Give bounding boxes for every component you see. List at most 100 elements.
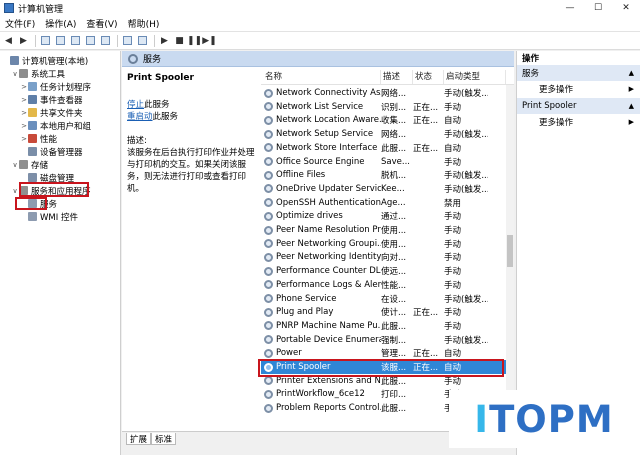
service-row[interactable]: Offline Files 脱机... 手动(触发... [261, 168, 506, 182]
service-startup-type: 手动 [444, 157, 462, 168]
service-row[interactable]: Optimize drives 通过... 手动 [261, 209, 506, 223]
pause-service-icon[interactable]: ❚❚ [187, 34, 202, 47]
expand-toggle-icon[interactable]: ∨ [11, 187, 19, 195]
gear-icon [264, 294, 273, 303]
service-row[interactable]: PNRP Machine Name Pu... 此服... 手动 [261, 319, 506, 333]
service-name: Peer Networking Identity... [276, 252, 381, 263]
restart-service-link[interactable]: 重启动 [127, 112, 153, 122]
service-row[interactable]: Plug and Play 使计... 正在... 手动 [261, 305, 506, 319]
expand-toggle-icon[interactable]: ∨ [11, 70, 19, 78]
gear-icon [264, 184, 273, 194]
menu-file[interactable]: 文件(F) [0, 17, 40, 30]
stop-service-icon[interactable]: ■ [173, 34, 186, 47]
service-description-pane: Print Spooler 停止此服务 重启动此服务 描述: 该服务在后台执行打… [122, 67, 261, 427]
tree-node[interactable]: > 共享文件夹 [20, 106, 83, 119]
refresh-icon[interactable] [84, 34, 97, 47]
performance-icon [28, 134, 37, 143]
tree-node[interactable]: > 性能 [20, 132, 57, 145]
tree-node[interactable]: ∨ 系统工具 [11, 67, 65, 80]
service-startup-type: 手动 [444, 280, 462, 291]
tree-node[interactable]: 设备管理器 [20, 145, 83, 158]
service-description: 使远... [381, 267, 407, 278]
service-startup-type: 自动 [444, 116, 462, 127]
help-icon[interactable] [121, 34, 134, 47]
expand-toggle-icon[interactable]: ∨ [11, 161, 19, 169]
properties-icon[interactable] [69, 34, 82, 47]
service-name-cell: Printer Extensions and N... [261, 376, 381, 386]
service-row[interactable]: Peer Networking Groupi... 使用... 手动 [261, 237, 506, 251]
service-row[interactable]: Network Setup Service 网络... 手动(触发... [261, 127, 506, 141]
vertical-scrollbar[interactable] [506, 85, 514, 439]
service-row[interactable]: Performance Logs & Aler... 性能... 手动 [261, 278, 506, 292]
restart-service-icon[interactable]: ▶❚ [202, 34, 216, 47]
scrollbar-thumb[interactable] [507, 235, 513, 267]
back-icon[interactable]: ◀ [2, 34, 15, 47]
gear-icon [264, 143, 273, 153]
tree-node[interactable]: > 本地用户和组 [20, 119, 91, 132]
export-list-icon[interactable] [99, 34, 112, 47]
service-status: 正在... [413, 143, 439, 154]
tree-node-label: 性能 [40, 134, 58, 145]
maximize-icon[interactable]: ☐ [584, 0, 612, 16]
actions-section-services[interactable]: 服务 ▲ [517, 65, 640, 81]
gear-icon [264, 198, 273, 208]
service-name-cell: Problem Reports Control... [261, 403, 381, 413]
expand-toggle-icon[interactable]: > [20, 96, 28, 104]
service-row[interactable]: OpenSSH Authentication ... Age... 禁用 [261, 196, 506, 210]
service-row[interactable]: Peer Name Resolution Pr... 使用... 手动 [261, 223, 506, 237]
expand-toggle-icon[interactable]: > [20, 122, 28, 130]
menu-help[interactable]: 帮助(H) [123, 17, 165, 30]
show-hide-tree-icon[interactable] [54, 34, 67, 47]
column-name[interactable]: 名称 [261, 70, 381, 84]
tree-node[interactable]: WMI 控件 [20, 210, 78, 223]
service-row[interactable]: Phone Service 在设... 手动(触发... [261, 292, 506, 306]
tree-node[interactable]: > 任务计划程序 [20, 80, 91, 93]
close-icon[interactable]: ✕ [612, 0, 640, 16]
start-service-icon[interactable]: ▶ [158, 34, 171, 47]
tab-extended[interactable]: 扩展 [126, 433, 152, 445]
column-startup-type[interactable]: 启动类型 [444, 70, 506, 84]
expand-toggle-icon[interactable]: > [20, 83, 28, 91]
more-actions-services[interactable]: 更多操作 ▶ [517, 81, 640, 96]
service-startup-type: 手动(触发... [444, 130, 488, 141]
selected-service-name: Print Spooler [127, 73, 194, 83]
expand-toggle-icon[interactable]: > [20, 109, 28, 117]
stop-service-link[interactable]: 停止 [127, 100, 144, 110]
menu-view[interactable]: 查看(V) [81, 17, 122, 30]
actions-section-print-spooler[interactable]: Print Spooler ▲ [517, 98, 640, 114]
column-description[interactable]: 描述 [381, 70, 413, 84]
tree-node[interactable]: 计算机管理(本地) [2, 54, 88, 67]
minimize-icon[interactable]: — [556, 0, 584, 16]
service-row[interactable]: Performance Counter DL... 使远... 手动 [261, 264, 506, 278]
up-folder-icon[interactable] [39, 34, 52, 47]
more-actions-label: 更多操作 [539, 84, 574, 95]
toolbar-separator [117, 34, 118, 47]
restart-suffix: 此服务 [152, 112, 179, 122]
service-row[interactable]: Portable Device Enumera... 强制... 手动(触发... [261, 333, 506, 347]
tab-standard[interactable]: 标准 [151, 433, 177, 445]
forward-icon[interactable]: ▶ [17, 34, 30, 47]
service-row[interactable]: Network Store Interface ... 此服... 正在... 自动 [261, 141, 506, 155]
service-row[interactable]: Network List Service 识别... 正在... 手动 [261, 100, 506, 114]
service-row[interactable]: Peer Networking Identity... 向对... 手动 [261, 250, 506, 264]
service-name: Network List Service [276, 101, 364, 112]
service-row[interactable]: Network Location Aware... 收集... 正在... 自动 [261, 113, 506, 127]
console-icon[interactable] [136, 34, 149, 47]
service-row[interactable]: Office Source Engine Save... 手动 [261, 155, 506, 169]
highlight-box-services-apps [19, 182, 89, 197]
tree-node-label: 共享文件夹 [40, 108, 83, 119]
expand-toggle-icon[interactable]: > [20, 135, 28, 143]
services-list: 名称 描述 状态 启动类型 Network Connectivity Ass..… [261, 67, 514, 439]
tree-node-label: 设备管理器 [40, 147, 83, 158]
service-row[interactable]: OneDrive Updater Service Kee... 手动(触发... [261, 182, 506, 196]
more-actions-print-spooler[interactable]: 更多操作 ▶ [517, 114, 640, 129]
gear-icon [264, 389, 273, 399]
service-startup-type: 手动 [444, 226, 462, 236]
column-status[interactable]: 状态 [413, 70, 444, 84]
tree-node[interactable]: > 事件查看器 [20, 93, 83, 106]
gear-icon [264, 280, 273, 290]
service-row[interactable]: Network Connectivity Ass...网络... 手动(触发... [261, 86, 506, 100]
tree-node[interactable]: ∨ 存储 [11, 158, 48, 171]
service-name-cell: Network Connectivity Ass... [261, 88, 381, 98]
menu-action[interactable]: 操作(A) [40, 17, 81, 30]
